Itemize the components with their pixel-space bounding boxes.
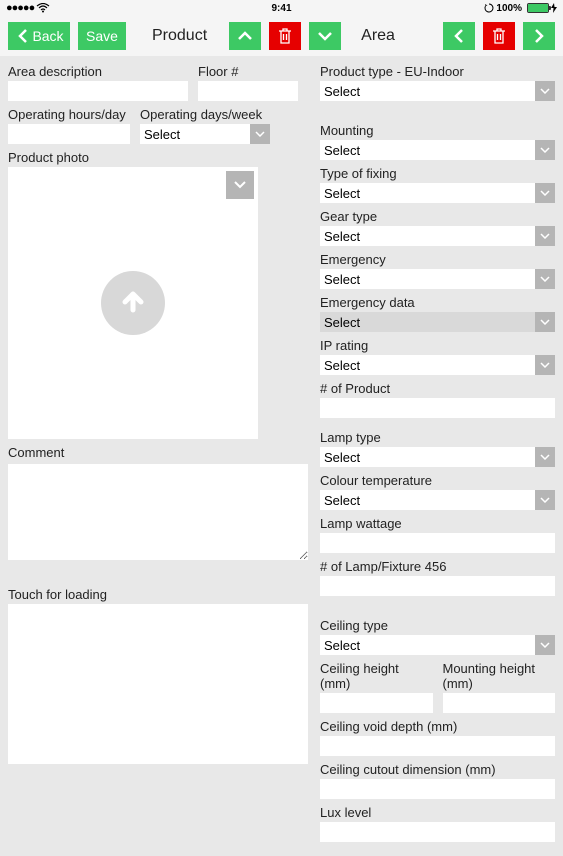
floor-label: Floor # xyxy=(198,64,298,79)
void-depth-input[interactable] xyxy=(320,736,555,756)
upload-icon xyxy=(101,271,165,335)
battery-icon xyxy=(527,3,549,13)
emergency-label: Emergency xyxy=(320,252,555,267)
product-photo-area[interactable] xyxy=(8,167,258,439)
void-depth-label: Ceiling void depth (mm) xyxy=(320,719,555,734)
status-bar: ●●●●● 9:41 100% xyxy=(0,0,563,16)
chevron-left-icon xyxy=(454,29,464,43)
gear-label: Gear type xyxy=(320,209,555,224)
ceiling-height-input[interactable] xyxy=(320,693,433,713)
area-desc-label: Area description xyxy=(8,64,188,79)
area-next-button[interactable] xyxy=(523,22,555,50)
product-type-label: Product type - EU-Indoor xyxy=(320,64,555,79)
toolbar: Back Save Product Area xyxy=(0,16,563,56)
num-lamp-label: # of Lamp/Fixture 456 xyxy=(320,559,555,574)
trash-icon xyxy=(278,28,292,44)
area-desc-input[interactable] xyxy=(8,81,188,101)
mounting-height-label: Mounting height (mm) xyxy=(443,661,556,691)
emergency-select[interactable] xyxy=(320,269,555,289)
mounting-select[interactable] xyxy=(320,140,555,160)
back-label: Back xyxy=(32,28,63,44)
loading-area[interactable] xyxy=(8,604,308,764)
num-product-input[interactable] xyxy=(320,398,555,418)
chevron-down-icon xyxy=(535,140,555,160)
content: Area description Floor # Operating hours… xyxy=(0,56,563,856)
ip-label: IP rating xyxy=(320,338,555,353)
lamp-wattage-input[interactable] xyxy=(320,533,555,553)
mounting-label: Mounting xyxy=(320,123,555,138)
num-product-label: # of Product xyxy=(320,381,555,396)
lamp-wattage-label: Lamp wattage xyxy=(320,516,555,531)
ceiling-type-label: Ceiling type xyxy=(320,618,555,633)
lux-label: Lux level xyxy=(320,805,555,820)
floor-input[interactable] xyxy=(198,81,298,101)
comment-label: Comment xyxy=(8,445,308,460)
refresh-icon xyxy=(484,3,494,13)
lux-input[interactable] xyxy=(320,822,555,842)
product-delete-button[interactable] xyxy=(269,22,301,50)
back-button[interactable]: Back xyxy=(8,22,70,50)
chevron-right-icon xyxy=(534,29,544,43)
chevron-down-icon xyxy=(535,226,555,246)
right-column: Product type - EU-Indoor Mounting Type o… xyxy=(320,64,555,848)
chevron-down-icon xyxy=(535,269,555,289)
mounting-height-input[interactable] xyxy=(443,693,556,713)
cutout-input[interactable] xyxy=(320,779,555,799)
battery-percent: 100% xyxy=(496,3,522,14)
photo-label: Product photo xyxy=(8,150,308,165)
wifi-icon xyxy=(36,3,50,13)
emergency-data-select[interactable] xyxy=(320,312,555,332)
ceiling-height-label: Ceiling height (mm) xyxy=(320,661,433,691)
save-button[interactable]: Save xyxy=(78,22,126,50)
product-prev-button[interactable] xyxy=(229,22,261,50)
emergency-data-label: Emergency data xyxy=(320,295,555,310)
charging-icon xyxy=(551,3,557,13)
comment-input[interactable] xyxy=(8,464,308,560)
chevron-down-icon xyxy=(535,355,555,375)
ip-select[interactable] xyxy=(320,355,555,375)
trash-icon xyxy=(492,28,506,44)
op-hours-input[interactable] xyxy=(8,124,130,144)
colour-temp-select[interactable] xyxy=(320,490,555,510)
chevron-down-icon xyxy=(535,490,555,510)
op-days-label: Operating days/week xyxy=(140,107,270,122)
colour-temp-label: Colour temperature xyxy=(320,473,555,488)
gear-select[interactable] xyxy=(320,226,555,246)
product-next-button[interactable] xyxy=(309,22,341,50)
lamp-type-select[interactable] xyxy=(320,447,555,467)
lamp-type-label: Lamp type xyxy=(320,430,555,445)
op-hours-label: Operating hours/day xyxy=(8,107,130,122)
chevron-down-icon xyxy=(535,635,555,655)
chevron-down-icon xyxy=(535,183,555,203)
chevron-down-icon xyxy=(535,447,555,467)
left-column: Area description Floor # Operating hours… xyxy=(8,64,308,848)
chevron-down-icon xyxy=(250,124,270,144)
chevron-down-icon xyxy=(535,81,555,101)
fixing-label: Type of fixing xyxy=(320,166,555,181)
status-time: 9:41 xyxy=(271,3,291,14)
area-heading: Area xyxy=(361,27,395,45)
area-prev-button[interactable] xyxy=(443,22,475,50)
photo-dropdown-button[interactable] xyxy=(226,171,254,199)
signal-dots: ●●●●● xyxy=(6,2,34,14)
chevron-left-icon xyxy=(18,29,28,43)
chevron-down-icon xyxy=(535,312,555,332)
area-delete-button[interactable] xyxy=(483,22,515,50)
chevron-up-icon xyxy=(237,31,253,41)
ceiling-type-select[interactable] xyxy=(320,635,555,655)
product-type-select[interactable] xyxy=(320,81,555,101)
fixing-select[interactable] xyxy=(320,183,555,203)
loading-label: Touch for loading xyxy=(8,587,308,602)
product-heading: Product xyxy=(152,27,207,45)
num-lamp-input[interactable] xyxy=(320,576,555,596)
cutout-label: Ceiling cutout dimension (mm) xyxy=(320,762,555,777)
chevron-down-icon xyxy=(317,31,333,41)
